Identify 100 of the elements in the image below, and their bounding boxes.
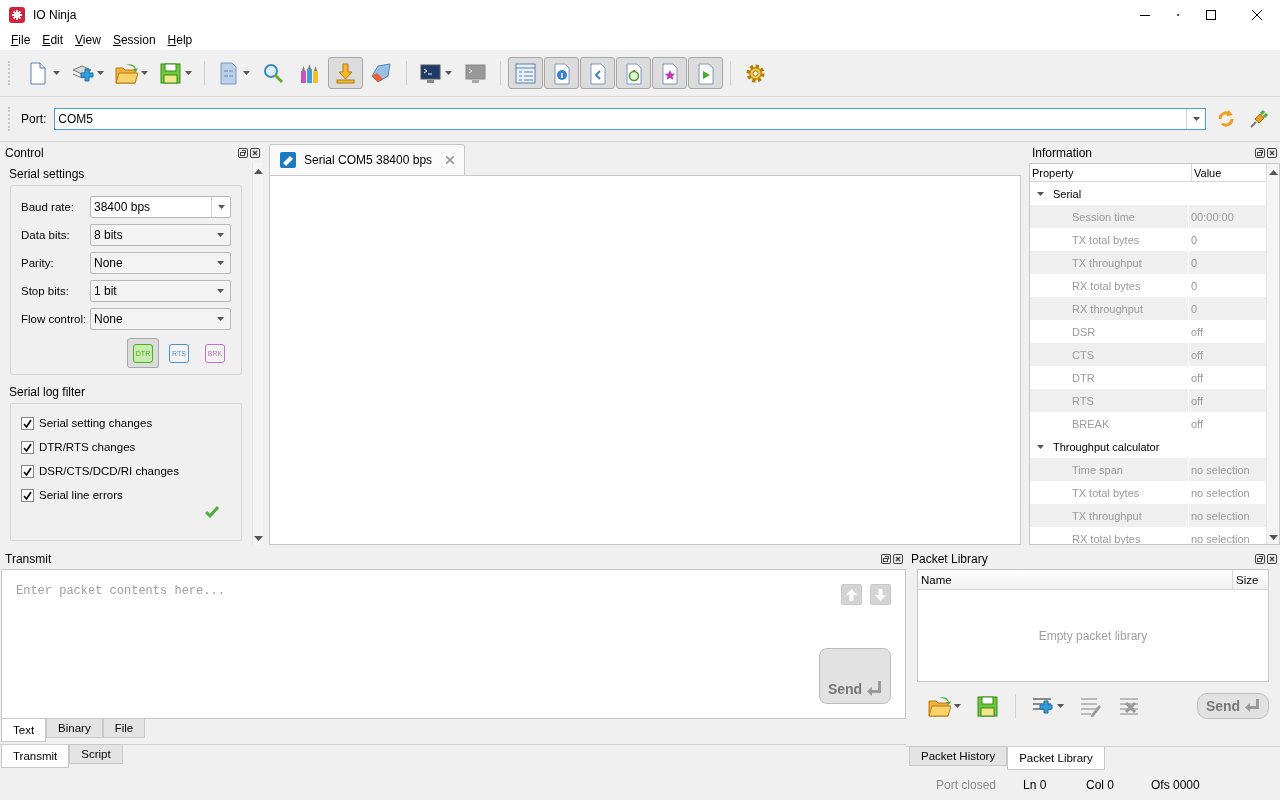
caret-icon: [97, 71, 104, 75]
folder-icon: [928, 694, 951, 718]
float-button[interactable]: [238, 148, 248, 158]
caret-icon: [445, 71, 452, 75]
up-arrow-icon: [846, 588, 857, 601]
check-icon: [23, 466, 32, 476]
status-text: Col 0: [1086, 778, 1115, 792]
column-header[interactable]: Name: [918, 570, 1233, 589]
dropdown-field[interactable]: None: [90, 252, 231, 274]
floppy-icon: [976, 694, 999, 718]
terminal-icon: [464, 61, 487, 85]
value-cell-text: no selection: [1190, 462, 1251, 478]
scroll-up-icon: [253, 169, 263, 174]
menu-item[interactable]: File: [5, 31, 37, 49]
panel-tab[interactable]: Packet Library: [1007, 747, 1105, 770]
float-button[interactable]: [881, 554, 891, 564]
caret-icon: [217, 233, 224, 237]
close-icon: [250, 148, 260, 158]
caret-icon: [217, 261, 224, 265]
tab-close-icon: [446, 156, 455, 164]
checkbox[interactable]: Serial setting changes: [21, 414, 231, 432]
menu-item[interactable]: Help: [161, 31, 199, 49]
panel-tab[interactable]: Packet History: [909, 746, 1008, 766]
value-cell-text: no selection: [1190, 508, 1251, 524]
group-title: Serial settings: [9, 166, 86, 183]
checkbox[interactable]: DSR/CTS/DCD/RI changes: [21, 462, 231, 480]
minimize-icon: [1140, 14, 1150, 16]
float-icon: [1255, 554, 1265, 564]
menu-item[interactable]: Session: [106, 31, 162, 49]
refresh-icon: [1216, 109, 1236, 129]
scroll-up-icon: [1268, 170, 1278, 175]
format-tab[interactable]: Text: [1, 719, 47, 742]
caret-icon: [141, 71, 148, 75]
column-header[interactable]: Property: [1030, 164, 1192, 181]
toolbar-button[interactable]: [652, 57, 687, 89]
expanded-icon: [1037, 444, 1044, 449]
mode-tab[interactable]: Script: [69, 744, 123, 764]
float-icon: [881, 554, 891, 564]
format-tab[interactable]: File: [102, 718, 146, 738]
close-button[interactable]: [1267, 554, 1277, 564]
group-title: Serial log filter: [9, 384, 87, 401]
panel-title: Transmit: [5, 552, 52, 566]
check-icon: [23, 418, 32, 428]
close-icon: [1267, 554, 1277, 564]
caret-icon: [954, 704, 961, 708]
float-button[interactable]: [1255, 148, 1265, 158]
dropdown-field[interactable]: 1 bit: [90, 280, 231, 302]
close-button[interactable]: [1267, 148, 1277, 158]
close-button[interactable]: [893, 554, 903, 564]
field-label: Flow control:: [21, 313, 88, 325]
empty-message: Empty packet library: [1037, 627, 1149, 645]
format-tab[interactable]: Binary: [46, 718, 103, 738]
check-icon: [23, 442, 32, 452]
value-cell-text: off: [1190, 393, 1205, 409]
dropdown-field[interactable]: 38400 bps: [90, 196, 231, 218]
value-cell-text: off: [1190, 416, 1205, 432]
caret-icon: [217, 317, 224, 321]
close-icon: [1267, 148, 1277, 158]
download-icon: [334, 61, 357, 85]
folder-icon: [115, 61, 138, 85]
value-cell-text: no selection: [1190, 485, 1251, 501]
plug-icon: [1248, 108, 1270, 130]
tree-group[interactable]: Throughput calculator: [1030, 435, 1166, 458]
value-cell-text: off: [1190, 324, 1205, 340]
terminal-icon: [419, 61, 442, 85]
next-button[interactable]: [870, 584, 891, 605]
caret-icon: [217, 205, 225, 209]
menu-item[interactable]: View: [69, 31, 107, 49]
list-panel-icon: [514, 61, 537, 85]
app-logo-icon: [9, 7, 25, 23]
mode-tab[interactable]: Transmit: [1, 745, 70, 768]
status-text: Ln 0: [1023, 778, 1048, 792]
dropdown-field[interactable]: 8 bits: [90, 224, 231, 246]
close-button[interactable]: [250, 148, 260, 158]
property-cell: RX total bytes: [1030, 527, 1189, 544]
field-label: Data bits:: [21, 229, 71, 241]
previous-button[interactable]: [841, 584, 862, 605]
caret-icon: [217, 289, 224, 293]
tree-group[interactable]: Serial: [1030, 182, 1088, 205]
expanded-icon: [1037, 191, 1044, 196]
value-cell-text: off: [1190, 370, 1205, 386]
menu-item[interactable]: Edit: [36, 31, 70, 49]
value-cell-text: off: [1190, 347, 1205, 363]
port-label: Port:: [21, 112, 47, 126]
column-header[interactable]: Size: [1233, 570, 1268, 589]
field-label: Stop bits:: [21, 285, 70, 297]
close-icon: [893, 554, 903, 564]
float-button[interactable]: [1255, 554, 1265, 564]
dropdown-field[interactable]: None: [90, 308, 231, 330]
checkbox[interactable]: Serial line errors: [21, 486, 231, 504]
caret-icon: [185, 71, 192, 75]
caret-icon: [243, 71, 250, 75]
enter-icon: [866, 681, 883, 697]
session-tab[interactable]: Serial COM5 38400 bps: [269, 144, 466, 175]
checkbox[interactable]: DTR/RTS changes: [21, 438, 231, 456]
down-arrow-icon: [875, 588, 886, 601]
value-cell-text: 0: [1190, 255, 1199, 271]
port-dropdown[interactable]: COM5: [54, 108, 1206, 130]
column-header[interactable]: Value: [1192, 164, 1266, 181]
panel-title: Packet Library: [911, 552, 988, 566]
